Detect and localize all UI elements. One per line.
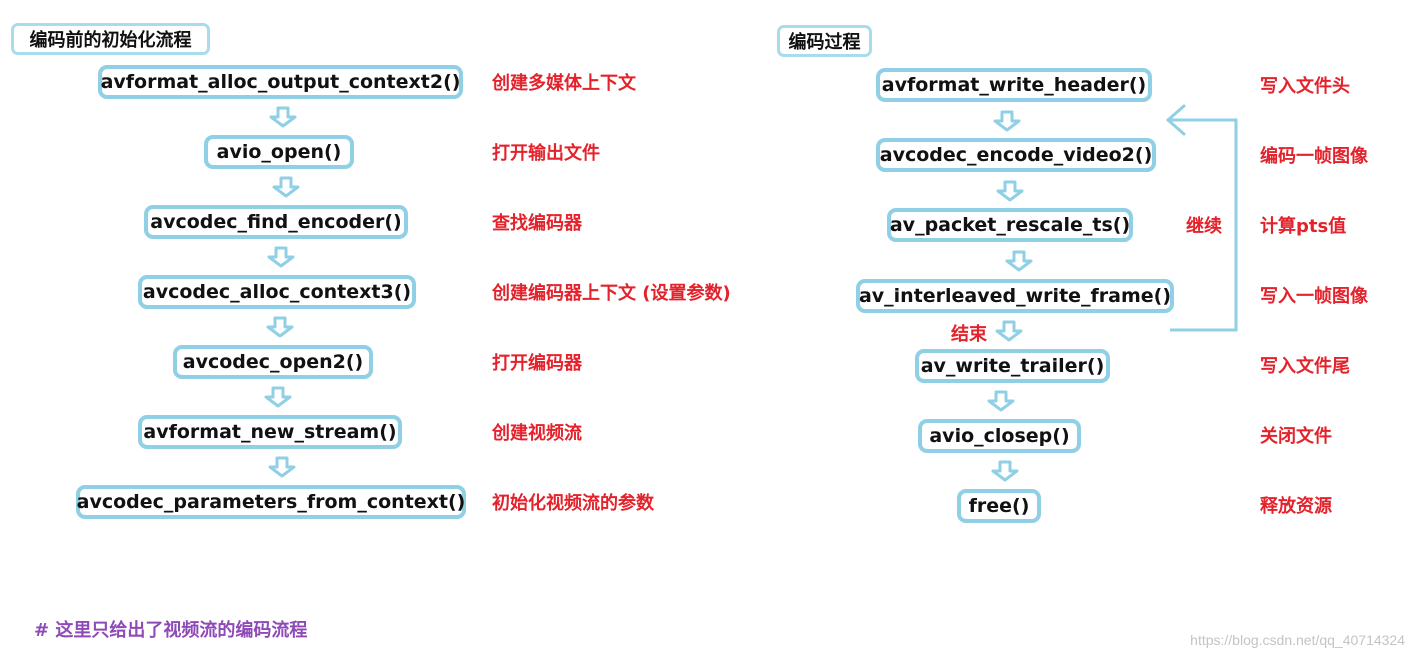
init-step-box: avformat_alloc_output_context2() [98, 65, 463, 99]
encode-step-desc: 写入文件头 [1260, 76, 1350, 97]
down-arrow-icon [264, 386, 292, 408]
down-arrow-icon [272, 176, 300, 198]
encode-step-desc: 计算pts值 [1260, 216, 1347, 237]
down-arrow-icon [268, 456, 296, 478]
encode-step-box: avformat_write_header() [876, 68, 1152, 102]
encode-step-box: av_interleaved_write_frame() [856, 279, 1174, 313]
init-step-box: avcodec_open2() [173, 345, 373, 379]
footnote: # 这里只给出了视频流的编码流程 [34, 620, 308, 641]
init-step-box: avcodec_parameters_from_context() [76, 485, 466, 519]
init-step-desc: 打开输出文件 [492, 143, 600, 164]
encode-step-desc: 写入一帧图像 [1260, 286, 1368, 307]
loop-end-label: 结束 [951, 324, 987, 345]
encode-step-box: av_write_trailer() [915, 349, 1110, 383]
init-step-box: avio_open() [204, 135, 354, 169]
encode-step-box: avio_closep() [918, 419, 1081, 453]
down-arrow-icon [993, 110, 1021, 132]
down-arrow-icon [267, 246, 295, 268]
encode-step-box: free() [957, 489, 1041, 523]
init-step-desc: 查找编码器 [492, 213, 582, 234]
encode-step-desc: 关闭文件 [1260, 426, 1332, 447]
down-arrow-icon [1005, 250, 1033, 272]
down-arrow-icon [996, 180, 1024, 202]
init-step-desc: 创建多媒体上下文 [492, 73, 636, 94]
down-arrow-icon [266, 316, 294, 338]
diagram-canvas: 编码前的初始化流程 编码过程 avformat_alloc_output_con… [0, 0, 1413, 660]
init-step-box: avformat_new_stream() [138, 415, 402, 449]
init-step-desc: 创建视频流 [492, 423, 582, 444]
init-step-desc: 创建编码器上下文 (设置参数) [492, 283, 731, 304]
init-step-box: avcodec_find_encoder() [144, 205, 408, 239]
encode-step-box: avcodec_encode_video2() [876, 138, 1156, 172]
init-step-box: avcodec_alloc_context3() [138, 275, 416, 309]
down-arrow-icon [995, 320, 1023, 342]
encode-step-box: av_packet_rescale_ts() [887, 208, 1133, 242]
init-title: 编码前的初始化流程 [11, 23, 210, 55]
encode-step-desc: 写入文件尾 [1260, 356, 1350, 377]
watermark: https://blog.csdn.net/qq_40714324 [1190, 632, 1405, 648]
down-arrow-icon [269, 106, 297, 128]
down-arrow-icon [987, 390, 1015, 412]
init-step-desc: 打开编码器 [492, 353, 582, 374]
encode-step-desc: 编码一帧图像 [1260, 146, 1368, 167]
encode-step-desc: 释放资源 [1260, 496, 1332, 517]
init-step-desc: 初始化视频流的参数 [492, 493, 654, 514]
loop-continue-label: 继续 [1186, 216, 1222, 237]
encode-title: 编码过程 [777, 25, 872, 57]
flow-arrows [264, 104, 1238, 482]
down-arrow-icon [991, 460, 1019, 482]
